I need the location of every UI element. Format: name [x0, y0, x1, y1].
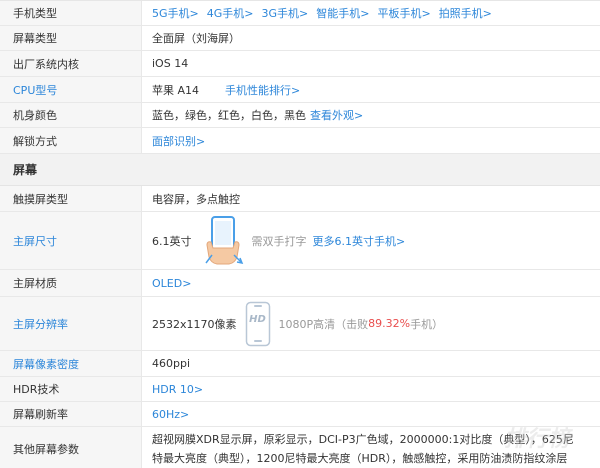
link-smart-phone[interactable]: 智能手机>	[316, 5, 369, 21]
spec-label: 触摸屏类型	[0, 186, 142, 211]
screen-size-value: 6.1英寸	[152, 234, 192, 248]
spec-row-os: 出厂系统内核 iOS 14	[0, 51, 600, 77]
spec-value: OLED>	[142, 270, 600, 296]
link-oled[interactable]: OLED>	[152, 277, 191, 290]
spec-row-unlock: 解锁方式 面部识别>	[0, 128, 600, 154]
hand-phone-icon	[204, 215, 244, 267]
cpu-model: 苹果 A14	[152, 83, 200, 97]
spec-value: iOS 14	[142, 51, 600, 76]
spec-label: 其他屏幕参数	[0, 427, 142, 468]
spec-value: 全面屏（刘海屏）	[142, 26, 600, 50]
resolution-value: 2532x1170像素	[152, 317, 237, 331]
color-list: 蓝色，绿色，红色，白色，黑色	[152, 109, 306, 122]
spec-row-phone-type: 手机类型 5G手机> 4G手机> 3G手机> 智能手机> 平板手机> 拍照手机>	[0, 1, 600, 26]
spec-label: 手机类型	[0, 1, 142, 25]
link-face-id[interactable]: 面部识别>	[152, 133, 205, 149]
link-more-size-phones[interactable]: 更多6.1英寸手机>	[313, 233, 406, 249]
link-hdr10[interactable]: HDR 10>	[152, 383, 203, 396]
spec-value: 面部识别>	[142, 128, 600, 153]
spec-label: 屏幕类型	[0, 26, 142, 50]
spec-value: 5G手机> 4G手机> 3G手机> 智能手机> 平板手机> 拍照手机>	[142, 1, 600, 25]
spec-row-cpu: CPU型号 苹果 A14 手机性能排行>	[0, 77, 600, 103]
spec-label: 机身颜色	[0, 103, 142, 127]
link-60hz[interactable]: 60Hz>	[152, 408, 189, 421]
resolution-desc-prefix: 1080P高清（击败	[278, 317, 369, 331]
spec-label-resolution-link[interactable]: 主屏分辨率	[0, 297, 142, 350]
spec-value: 蓝色，绿色，红色，白色，黑色 查看外观>	[142, 103, 600, 127]
spec-row-screen-size: 主屏尺寸 6.1英寸 需双手打字 更多6.1英寸手机>	[0, 212, 600, 270]
spec-row-resolution: 主屏分辨率 2532x1170像素 HD 1080P高清（击败 89.32% 手机）	[0, 297, 600, 351]
spec-value: 6.1英寸 需双手打字 更多6.1英寸手机>	[142, 212, 600, 269]
link-tablet-phone[interactable]: 平板手机>	[377, 5, 430, 21]
link-3g-phone[interactable]: 3G手机>	[262, 5, 309, 21]
spec-row-material: 主屏材质 OLED>	[0, 270, 600, 297]
watermark-logo: 排行榜	[504, 423, 588, 456]
link-camera-phone[interactable]: 拍照手机>	[439, 5, 492, 21]
hd-label: HD	[249, 313, 266, 325]
spec-row-touch: 触摸屏类型 电容屏，多点触控	[0, 186, 600, 212]
link-performance-ranking[interactable]: 手机性能排行>	[225, 82, 300, 98]
spec-value: 2532x1170像素 HD 1080P高清（击败 89.32% 手机）	[142, 297, 600, 350]
spec-value: 苹果 A14 手机性能排行>	[142, 77, 600, 102]
spec-value: 电容屏，多点触控	[142, 186, 600, 211]
spec-label-density-link[interactable]: 屏幕像素密度	[0, 351, 142, 376]
spec-row-hdr: HDR技术 HDR 10>	[0, 377, 600, 402]
spec-label: 解锁方式	[0, 128, 142, 153]
link-4g-phone[interactable]: 4G手机>	[207, 5, 254, 21]
link-5g-phone[interactable]: 5G手机>	[152, 5, 199, 21]
spec-label-size-link[interactable]: 主屏尺寸	[0, 212, 142, 269]
spec-value: 460ppi	[142, 351, 600, 376]
spec-row-colors: 机身颜色 蓝色，绿色，红色，白色，黑色 查看外观>	[0, 103, 600, 128]
spec-label: 主屏材质	[0, 270, 142, 296]
spec-table: 手机类型 5G手机> 4G手机> 3G手机> 智能手机> 平板手机> 拍照手机>…	[0, 0, 600, 468]
resolution-desc-suffix: 手机）	[410, 317, 444, 331]
spec-label: 出厂系统内核	[0, 51, 142, 76]
section-title-screen: 屏幕	[0, 154, 600, 186]
spec-label: 屏幕刷新率	[0, 402, 142, 426]
spec-row-screen-type: 屏幕类型 全面屏（刘海屏）	[0, 26, 600, 51]
link-view-appearance[interactable]: 查看外观>	[310, 107, 363, 123]
spec-value: HDR 10>	[142, 377, 600, 401]
spec-label-cpu-link[interactable]: CPU型号	[0, 77, 142, 102]
spec-label: HDR技术	[0, 377, 142, 401]
screen-size-hint: 需双手打字	[251, 234, 307, 248]
hd-phone-icon: HD	[245, 301, 271, 347]
watermark-text: 排行榜	[504, 426, 574, 452]
resolution-beat-percent: 89.32%	[368, 317, 411, 330]
spec-row-density: 屏幕像素密度 460ppi	[0, 351, 600, 377]
